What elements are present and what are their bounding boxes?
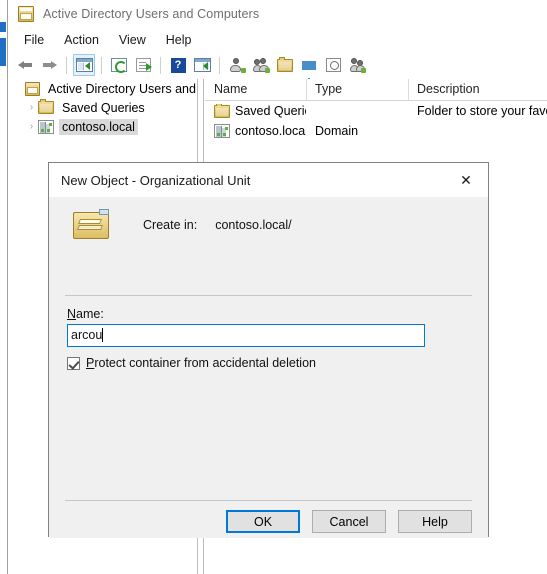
console-root-icon bbox=[25, 81, 40, 96]
folder-icon bbox=[214, 104, 230, 118]
toolbar-separator bbox=[219, 56, 220, 74]
protect-checkbox-row[interactable]: Protect container from accidental deleti… bbox=[67, 356, 316, 370]
screen: Active Directory Users and Computers Fil… bbox=[0, 0, 547, 574]
expander-placeholder: › bbox=[12, 84, 25, 94]
toolbar-separator bbox=[101, 56, 102, 74]
export-list-icon bbox=[135, 58, 152, 72]
show-action-pane-button[interactable] bbox=[191, 54, 213, 76]
text-caret bbox=[102, 328, 104, 342]
tree-item-saved-queries[interactable]: › Saved Queries bbox=[8, 98, 197, 117]
menu-file[interactable]: File bbox=[14, 31, 54, 49]
new-group-icon bbox=[252, 57, 270, 73]
dialog-body: Create in: contoso.local/ Name: arcou Pr… bbox=[49, 197, 488, 538]
refresh-button[interactable] bbox=[108, 54, 130, 76]
column-header-name[interactable]: Name bbox=[205, 79, 306, 100]
dialog-titlebar: New Object - Organizational Unit ✕ bbox=[49, 163, 488, 197]
new-computer-button[interactable] bbox=[346, 54, 368, 76]
name-label: Name: bbox=[67, 307, 104, 321]
cell-description: Folder to store your favo... bbox=[417, 104, 547, 118]
menu-help[interactable]: Help bbox=[156, 31, 202, 49]
background-window-sliver bbox=[0, 22, 6, 66]
console-tree-icon bbox=[75, 58, 93, 72]
help-question-icon: ? bbox=[170, 57, 186, 73]
new-computer-icon bbox=[349, 57, 366, 73]
forward-button[interactable] bbox=[38, 54, 60, 76]
find-button[interactable] bbox=[322, 54, 344, 76]
chevron-right-icon[interactable]: › bbox=[25, 102, 38, 113]
menu-view[interactable]: View bbox=[109, 31, 156, 49]
organizational-unit-icon bbox=[73, 209, 111, 241]
tree-item-label: Saved Queries bbox=[62, 100, 145, 115]
domain-icon bbox=[38, 119, 54, 134]
new-group-button[interactable] bbox=[250, 54, 272, 76]
new-contact-button[interactable] bbox=[274, 54, 296, 76]
arrow-right-icon bbox=[42, 59, 57, 71]
list-column-headers: Name Type Description bbox=[205, 79, 547, 101]
new-user-icon bbox=[229, 57, 246, 73]
show-hide-console-tree-button[interactable] bbox=[73, 54, 95, 76]
find-magnifier-icon bbox=[325, 58, 341, 72]
column-header-description[interactable]: Description bbox=[408, 79, 547, 100]
create-in-row: Create in: contoso.local/ bbox=[49, 197, 488, 241]
help-button[interactable]: ? bbox=[167, 54, 189, 76]
filter-funnel-icon bbox=[302, 60, 316, 83]
arrow-left-icon bbox=[17, 59, 33, 71]
refresh-icon bbox=[111, 58, 127, 73]
toolbar: ? bbox=[8, 51, 547, 83]
cell-name: contoso.local bbox=[235, 124, 306, 138]
mmc-console-icon bbox=[18, 6, 34, 22]
new-user-button[interactable] bbox=[226, 54, 248, 76]
window-titlebar: Active Directory Users and Computers bbox=[8, 0, 547, 29]
divider-top bbox=[65, 295, 472, 296]
close-icon[interactable]: ✕ bbox=[444, 164, 488, 197]
ok-button[interactable]: OK bbox=[226, 510, 300, 533]
tree-root-node[interactable]: › Active Directory Users and Com bbox=[8, 79, 197, 98]
back-button[interactable] bbox=[14, 54, 36, 76]
new-object-ou-dialog: New Object - Organizational Unit ✕ Creat… bbox=[48, 162, 489, 538]
create-in-value: contoso.local/ bbox=[215, 218, 292, 232]
name-input[interactable]: arcou bbox=[67, 324, 425, 347]
name-input-value: arcou bbox=[71, 328, 103, 342]
menu-action[interactable]: Action bbox=[54, 31, 109, 49]
filter-button[interactable] bbox=[298, 54, 320, 83]
background-window-sliver-gap bbox=[0, 32, 6, 38]
window-title: Active Directory Users and Computers bbox=[43, 7, 260, 21]
folder-icon bbox=[38, 99, 54, 114]
toolbar-separator bbox=[66, 56, 67, 74]
new-contact-icon bbox=[277, 56, 293, 72]
export-list-button[interactable] bbox=[132, 54, 154, 76]
tree-item-contoso-local[interactable]: › contoso.local bbox=[8, 117, 197, 136]
dialog-button-row: OK Cancel Help bbox=[49, 510, 488, 533]
protect-checkbox[interactable] bbox=[67, 356, 80, 370]
action-pane-icon bbox=[193, 58, 211, 72]
tree-item-label: contoso.local bbox=[59, 118, 138, 135]
toolbar-separator bbox=[160, 56, 161, 74]
cell-name: Saved Queries bbox=[235, 104, 306, 118]
cancel-button[interactable]: Cancel bbox=[312, 510, 386, 533]
column-header-type[interactable]: Type bbox=[306, 79, 408, 100]
tree-root-label: Active Directory Users and Com bbox=[48, 81, 197, 96]
divider-bottom bbox=[65, 500, 472, 501]
protect-checkbox-label: Protect container from accidental deleti… bbox=[86, 356, 316, 370]
menu-bar: File Action View Help bbox=[8, 28, 547, 52]
create-in-label: Create in: bbox=[143, 218, 198, 232]
cell-type: Domain bbox=[315, 124, 359, 138]
help-button[interactable]: Help bbox=[398, 510, 472, 533]
dialog-title: New Object - Organizational Unit bbox=[61, 172, 251, 188]
table-row[interactable]: contoso.local Domain bbox=[205, 121, 547, 141]
chevron-right-icon[interactable]: › bbox=[25, 121, 38, 132]
table-row[interactable]: Saved Queries Folder to store your favo.… bbox=[205, 101, 547, 121]
domain-icon bbox=[214, 124, 230, 138]
